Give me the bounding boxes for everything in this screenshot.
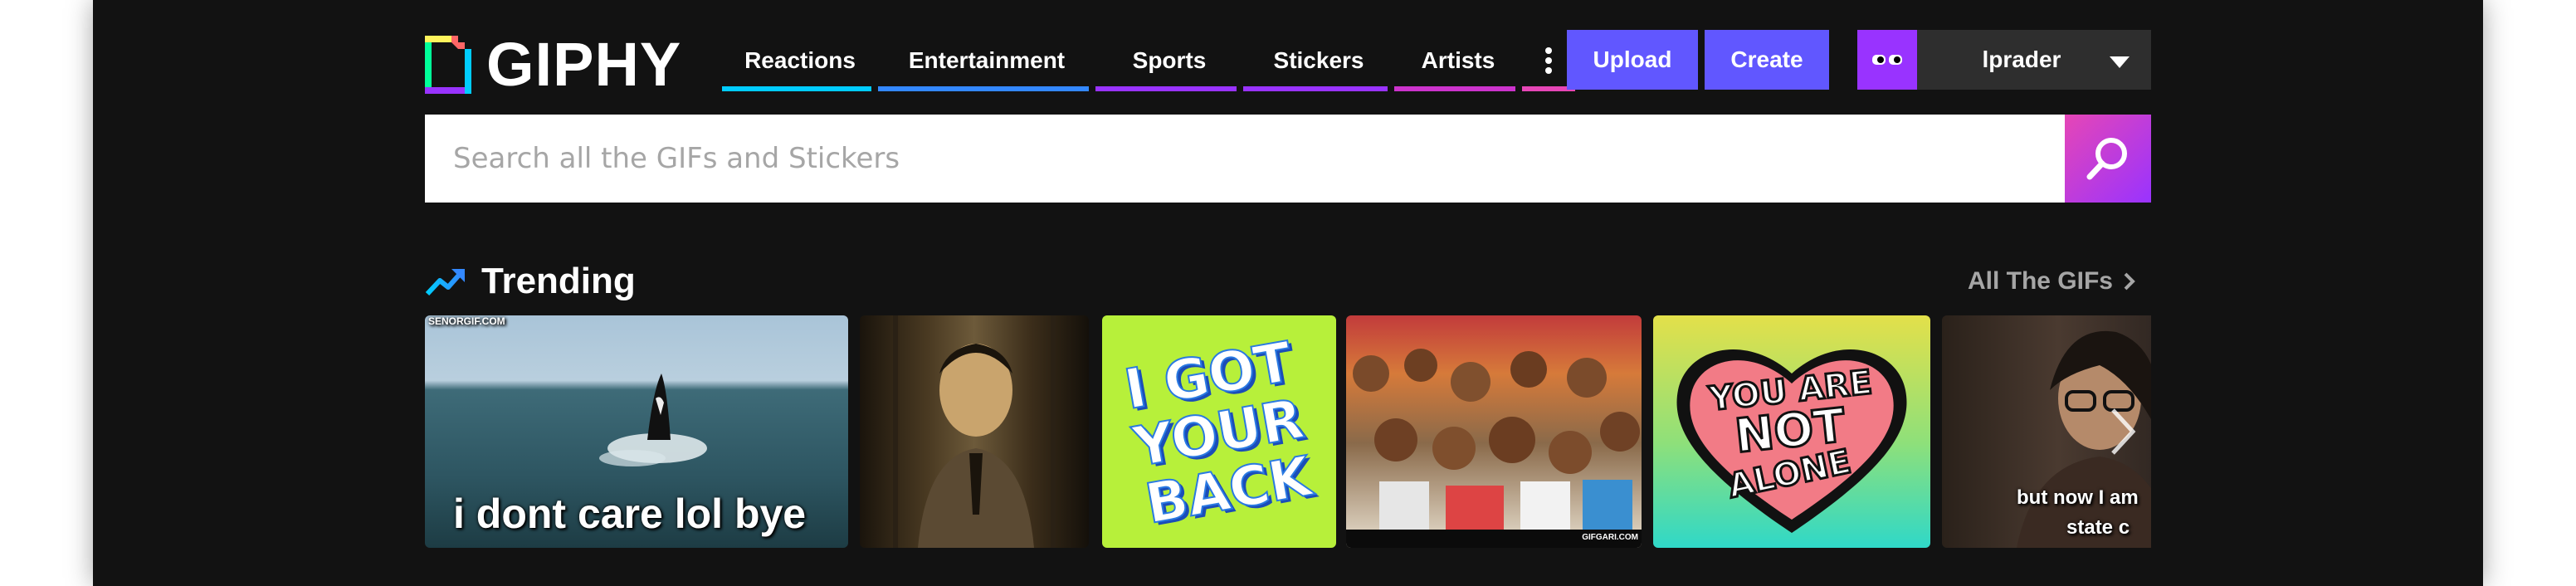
avatar — [1857, 30, 1917, 90]
gif-watermark: SENORGIF.COM — [428, 315, 505, 327]
nav-underline — [878, 86, 1089, 91]
gif-tile[interactable]: GIFGARI.COM — [1346, 315, 1642, 548]
nav-item-stickers[interactable]: Stickers — [1243, 30, 1394, 91]
sticker-art: YOU ARE NOT ALONE — [1676, 349, 1907, 533]
gif-tile[interactable]: SENORGIF.COM i dont care lol bye — [425, 315, 848, 548]
gif-tile[interactable] — [860, 315, 1089, 548]
nav-underline — [1243, 86, 1388, 91]
trending-header: Trending All The GIFs — [425, 256, 2151, 305]
chevron-down-icon — [2110, 56, 2130, 68]
crowd-image — [1346, 349, 1642, 548]
nav-item-artists[interactable]: Artists — [1394, 30, 1522, 91]
giphy-logo[interactable]: GIPHY — [425, 30, 682, 99]
main-nav: Reactions Entertainment Sports Stickers … — [722, 30, 1575, 91]
search-input[interactable] — [425, 115, 2065, 203]
search-button[interactable] — [2065, 115, 2151, 203]
nav-underline — [722, 86, 871, 91]
logo-wordmark: GIPHY — [486, 30, 682, 99]
create-button[interactable]: Create — [1705, 30, 1829, 90]
user-menu[interactable]: lprader — [1857, 30, 2151, 90]
nav-label: Sports — [1132, 47, 1207, 73]
content: GIPHY Reactions Entertainment Sports Sti… — [425, 0, 2151, 586]
trending-arrow-icon — [425, 269, 465, 296]
gif-tile[interactable]: YOU ARE NOT ALONE — [1653, 315, 1930, 548]
man-image — [893, 315, 1056, 548]
carousel-next-icon[interactable] — [2106, 405, 2139, 458]
gif-watermark: GIFGARI.COM — [1582, 533, 1638, 542]
upload-button[interactable]: Upload — [1567, 30, 1698, 90]
gif-tile[interactable]: I GOT YOUR BACK I GOT YOUR BACK — [1102, 315, 1336, 548]
nav-item-entertainment[interactable]: Entertainment — [878, 30, 1095, 91]
giphy-logo-icon — [425, 36, 471, 94]
section-title: Trending — [481, 261, 636, 301]
nav-item-sports[interactable]: Sports — [1095, 30, 1243, 91]
nav-label: Reactions — [744, 47, 856, 73]
all-gifs-link[interactable]: All The GIFs — [1968, 267, 2136, 295]
search-icon — [2086, 138, 2127, 180]
gif-caption: but now I am — [2017, 486, 2139, 509]
search-bar — [425, 115, 2151, 203]
nav-label: Stickers — [1273, 47, 1364, 73]
gif-caption-line2: state c — [2066, 516, 2130, 539]
all-gifs-label: All The GIFs — [1967, 267, 2113, 295]
googly-eyes-icon — [1872, 55, 1902, 65]
gif-caption: i dont care lol bye — [453, 491, 807, 537]
nav-underline — [1394, 86, 1515, 91]
page: GIPHY Reactions Entertainment Sports Sti… — [93, 0, 2483, 586]
nav-underline — [1095, 86, 1237, 91]
nav-label: Entertainment — [908, 47, 1066, 73]
vertical-ellipsis-icon — [1545, 47, 1552, 74]
sticker-art: I GOT YOUR BACK I GOT YOUR BACK — [1120, 329, 1323, 539]
trending-carousel: SENORGIF.COM i dont care lol bye I GOT Y… — [425, 315, 2151, 548]
nav-label: Artists — [1421, 47, 1495, 73]
nav-item-reactions[interactable]: Reactions — [722, 30, 878, 91]
chevron-right-icon — [2124, 272, 2135, 291]
header: GIPHY Reactions Entertainment Sports Sti… — [425, 30, 2151, 95]
